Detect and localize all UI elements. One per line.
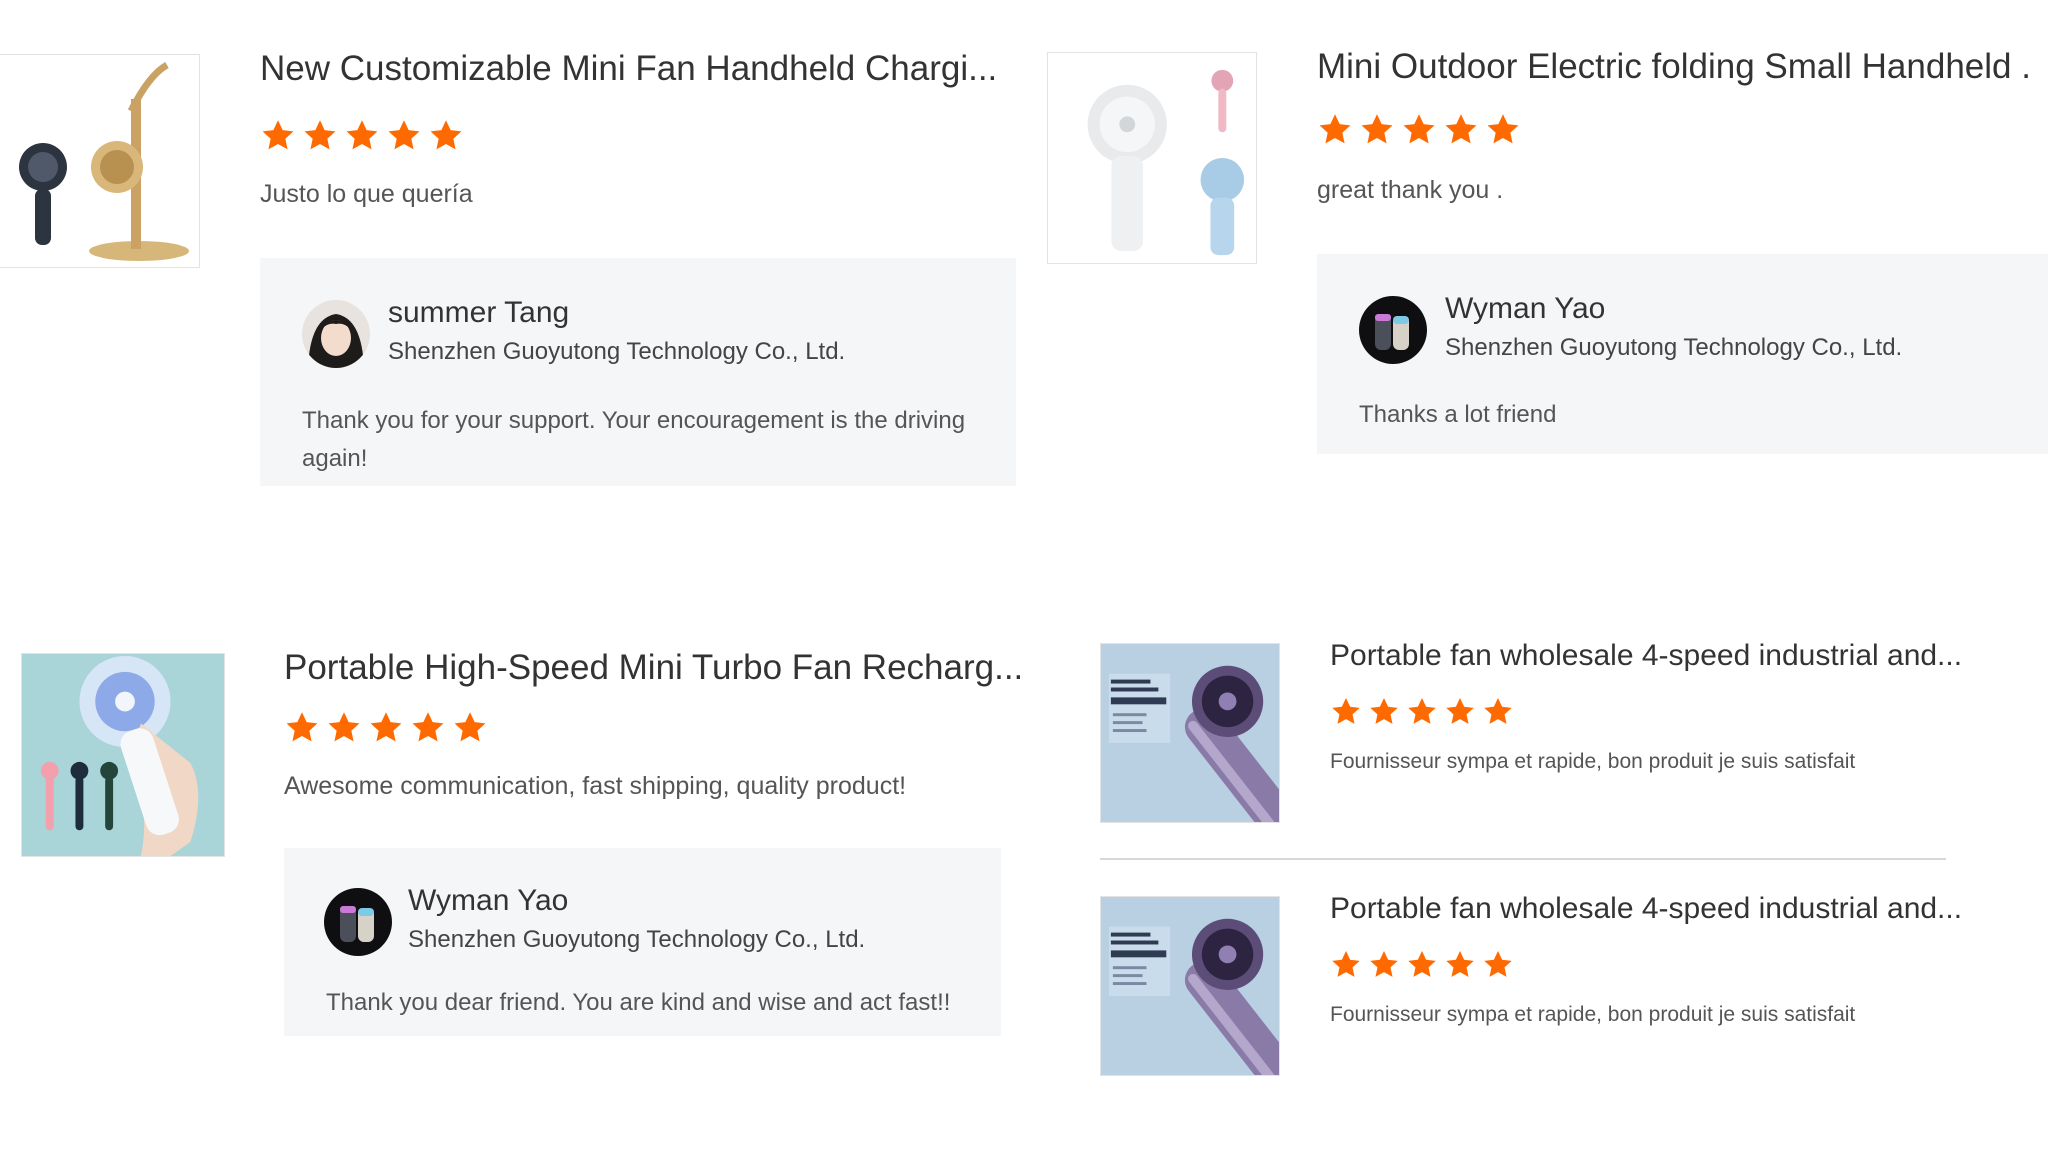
product-title[interactable]: New Customizable Mini Fan Handheld Charg… <box>260 48 1020 90</box>
star-icon <box>410 710 446 746</box>
product-title[interactable]: Portable fan wholesale 4-speed industria… <box>1330 891 2030 927</box>
reply-author-name: summer Tang <box>388 296 570 329</box>
product-thumbnail[interactable] <box>1100 896 1280 1076</box>
reply-author-name: Wyman Yao <box>408 884 569 917</box>
reply-text: Thank you dear friend. You are kind and … <box>326 989 951 1016</box>
seller-reply: Wyman Yao Shenzhen Guoyutong Technology … <box>284 848 1001 1036</box>
star-icon <box>1317 112 1353 148</box>
product-title[interactable]: Mini Outdoor Electric folding Small Hand… <box>1317 46 2033 88</box>
star-icon <box>386 118 422 154</box>
seller-reply: summer Tang Shenzhen Guoyutong Technolog… <box>260 258 1016 486</box>
reply-company: Shenzhen Guoyutong Technology Co., Ltd. <box>1445 334 1903 361</box>
star-icon <box>344 118 380 154</box>
reply-company: Shenzhen Guoyutong Technology Co., Ltd. <box>388 338 846 365</box>
star-icon <box>260 118 296 154</box>
product-thumbnail[interactable] <box>1100 643 1280 823</box>
star-icon <box>1444 696 1476 728</box>
star-rating <box>1317 112 1521 148</box>
star-rating <box>284 710 488 746</box>
review-comment: Awesome communication, fast shipping, qu… <box>284 772 907 800</box>
star-icon <box>1406 696 1438 728</box>
star-rating <box>1330 696 1514 728</box>
star-icon <box>1482 696 1514 728</box>
star-icon <box>284 710 320 746</box>
seller-reply: Wyman Yao Shenzhen Guoyutong Technology … <box>1317 254 2048 454</box>
avatar <box>1359 296 1427 364</box>
star-icon <box>1368 696 1400 728</box>
reply-company: Shenzhen Guoyutong Technology Co., Ltd. <box>408 926 866 953</box>
star-icon <box>1330 696 1362 728</box>
product-thumbnail[interactable] <box>0 54 200 268</box>
product-thumbnail[interactable] <box>21 653 225 857</box>
review-comment: great thank you . <box>1317 176 1504 204</box>
star-icon <box>368 710 404 746</box>
star-icon <box>1443 112 1479 148</box>
star-rating <box>260 118 464 154</box>
review-comment: Fournisseur sympa et rapide, bon produit… <box>1330 750 1856 773</box>
product-thumbnail[interactable] <box>1047 52 1257 264</box>
avatar <box>302 300 370 368</box>
reply-text: Thank you for your support. Your encoura… <box>302 407 966 472</box>
star-icon <box>326 710 362 746</box>
product-title[interactable]: Portable fan wholesale 4-speed industria… <box>1330 638 2030 674</box>
review-comment: Fournisseur sympa et rapide, bon produit… <box>1330 1003 1856 1026</box>
star-icon <box>1330 949 1362 981</box>
star-icon <box>1485 112 1521 148</box>
star-icon <box>1401 112 1437 148</box>
star-icon <box>1406 949 1438 981</box>
reply-text: Thanks a lot friend <box>1359 401 1557 428</box>
product-title[interactable]: Portable High-Speed Mini Turbo Fan Recha… <box>284 647 1020 689</box>
star-icon <box>1482 949 1514 981</box>
divider <box>1100 858 1946 860</box>
star-icon <box>302 118 338 154</box>
avatar <box>324 888 392 956</box>
star-rating <box>1330 949 1514 981</box>
star-icon <box>1444 949 1476 981</box>
star-icon <box>452 710 488 746</box>
star-icon <box>1359 112 1395 148</box>
star-icon <box>1368 949 1400 981</box>
reply-author-name: Wyman Yao <box>1445 292 1606 325</box>
review-comment: Justo lo que quería <box>260 180 473 208</box>
star-icon <box>428 118 464 154</box>
